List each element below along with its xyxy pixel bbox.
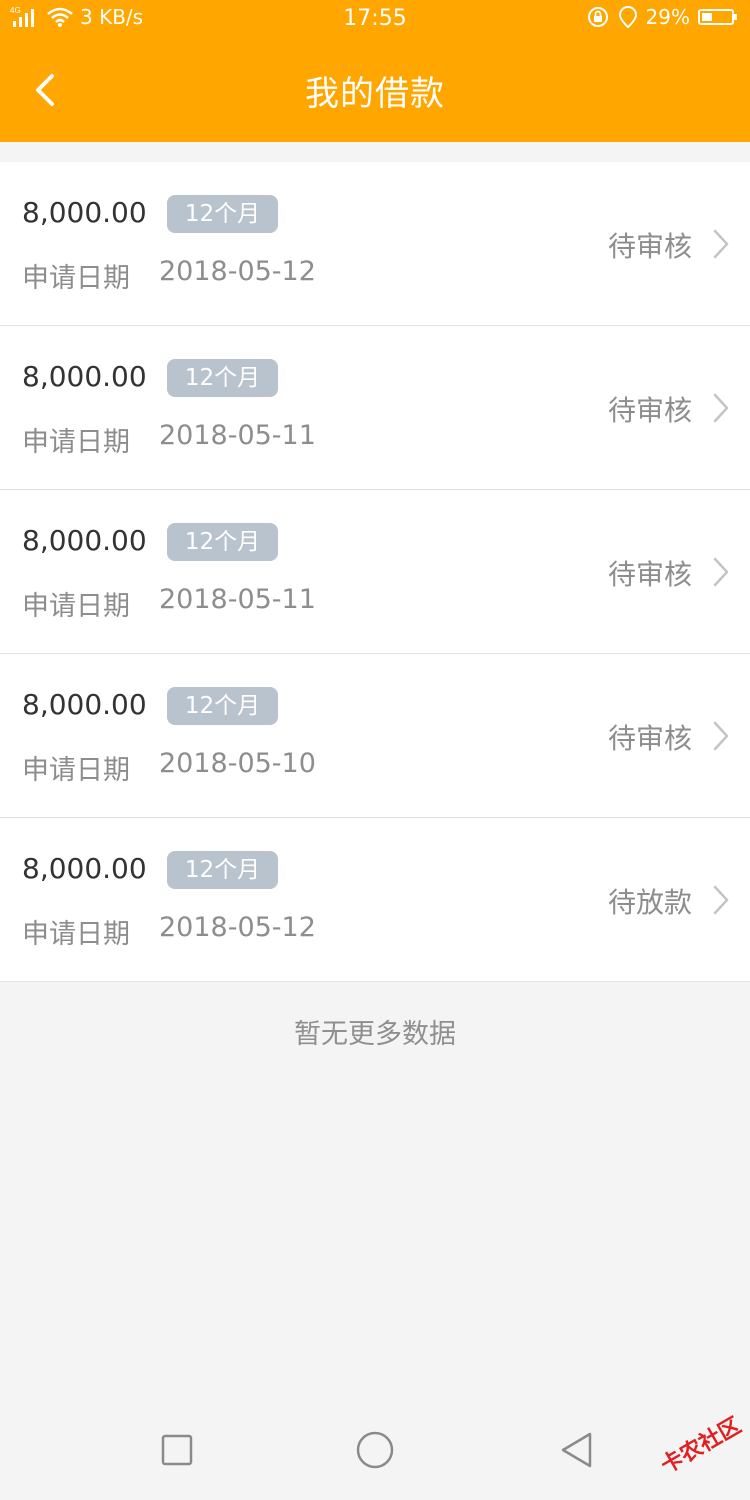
chevron-right-icon	[713, 229, 729, 259]
application-date: 2018-05-10	[159, 748, 316, 779]
system-nav-bar	[0, 1400, 750, 1500]
date-label: 申请日期	[22, 263, 130, 294]
home-icon	[356, 1431, 394, 1469]
page-title: 我的借款	[305, 74, 445, 114]
loan-amount: 8,000.00	[22, 196, 147, 229]
app-header: 我的借款	[0, 40, 750, 142]
loan-amount: 8,000.00	[22, 360, 147, 393]
loan-status: 待审核	[607, 558, 692, 591]
location-icon	[618, 5, 638, 29]
status-bar: 4G 3 KB/s 17:55 29%	[0, 0, 750, 40]
battery-icon	[698, 7, 738, 27]
recent-apps-button[interactable]	[157, 1430, 197, 1470]
loan-amount: 8,000.00	[22, 852, 147, 885]
chevron-right-icon	[713, 393, 729, 423]
chevron-right-icon	[713, 885, 729, 915]
no-more-data-text: 暂无更多数据	[294, 1019, 456, 1050]
loan-status: 待审核	[607, 230, 692, 263]
loan-status: 待审核	[607, 722, 692, 755]
top-bar: 4G 3 KB/s 17:55 29% 我的借款	[0, 0, 750, 142]
loan-item[interactable]: 8,000.00 12个月 申请日期 2018-05-12 待审核	[0, 162, 750, 326]
rotation-lock-icon	[586, 5, 610, 29]
loan-item[interactable]: 8,000.00 12个月 申请日期 2018-05-12 待放款	[0, 818, 750, 982]
recent-apps-icon	[161, 1434, 193, 1466]
chevron-right-icon	[713, 721, 729, 751]
home-button[interactable]	[355, 1430, 395, 1470]
chevron-right-icon	[713, 557, 729, 587]
loan-item[interactable]: 8,000.00 12个月 申请日期 2018-05-11 待审核	[0, 326, 750, 490]
loan-amount: 8,000.00	[22, 524, 147, 557]
loan-amount: 8,000.00	[22, 688, 147, 721]
term-badge: 12个月	[167, 851, 278, 889]
term-badge: 12个月	[167, 359, 278, 397]
battery-level: 29%	[645, 5, 690, 29]
application-date: 2018-05-11	[159, 420, 316, 451]
application-date: 2018-05-12	[159, 256, 316, 287]
status-right: 29%	[586, 5, 738, 29]
term-badge: 12个月	[167, 523, 278, 561]
application-date: 2018-05-12	[159, 912, 316, 943]
date-label: 申请日期	[22, 919, 130, 950]
application-date: 2018-05-11	[159, 584, 316, 615]
date-label: 申请日期	[22, 427, 130, 458]
term-badge: 12个月	[167, 687, 278, 725]
date-label: 申请日期	[22, 755, 130, 786]
loan-list: 8,000.00 12个月 申请日期 2018-05-12 待审核 8,000.…	[0, 162, 750, 982]
loan-item[interactable]: 8,000.00 12个月 申请日期 2018-05-10 待审核	[0, 654, 750, 818]
date-label: 申请日期	[22, 591, 130, 622]
back-icon	[561, 1432, 592, 1468]
term-badge: 12个月	[167, 195, 278, 233]
loan-status: 待审核	[607, 394, 692, 427]
loan-item[interactable]: 8,000.00 12个月 申请日期 2018-05-11 待审核	[0, 490, 750, 654]
loan-status: 待放款	[607, 886, 692, 919]
back-nav-button[interactable]	[557, 1430, 597, 1470]
